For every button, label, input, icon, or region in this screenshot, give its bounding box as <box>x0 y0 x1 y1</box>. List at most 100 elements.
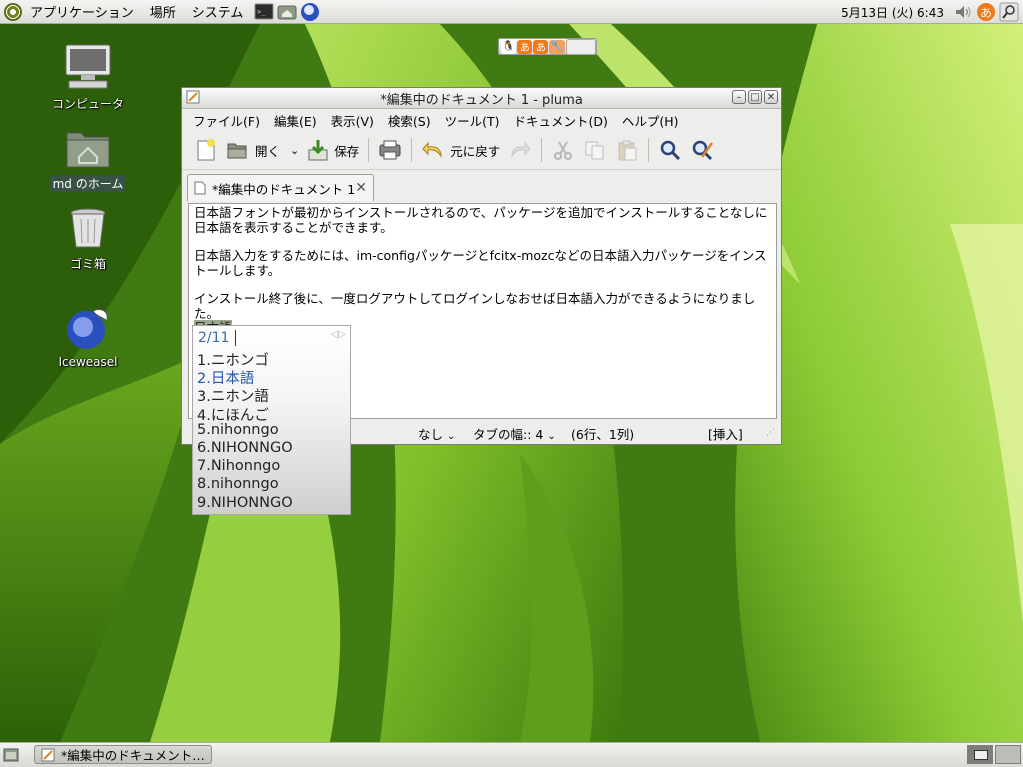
taskbar-item-pluma[interactable]: *編集中のドキュメント… <box>34 745 212 764</box>
menu-file[interactable]: ファイル(F) <box>186 111 267 130</box>
paste-button[interactable] <box>611 135 643 165</box>
find-button[interactable] <box>654 135 686 165</box>
save-label: 保存 <box>334 143 360 159</box>
open-label: 開く <box>255 143 281 159</box>
desktop-icon-trash[interactable]: ゴミ箱 <box>43 207 133 272</box>
resize-grip-icon[interactable]: ⋰ <box>766 428 775 438</box>
copy-icon <box>585 141 604 160</box>
volume-icon[interactable] <box>953 2 973 22</box>
candidate-item[interactable]: 6.NIHONNGO <box>197 440 293 456</box>
ime-candidate-window: 2/11 ◁▷ 1.ニホンゴ 2.日本語 3.ニホン語 4.にほんご 5.nihonng… <box>192 325 351 515</box>
desktop-icon-label: ゴミ箱 <box>69 257 106 271</box>
candidate-item[interactable]: 9.NIHONNGO <box>197 495 293 511</box>
desktop-icon-label: コンピュータ <box>51 97 124 111</box>
tab-width-selector[interactable]: タブの幅:: 4 ⌄ <box>473 424 556 443</box>
candidate-item[interactable]: 5.nihonngo <box>197 422 279 438</box>
candidate-page-indicator: 2/11 <box>198 330 230 346</box>
browser-icon[interactable] <box>300 2 320 22</box>
toolbar-separator <box>541 138 543 162</box>
window-titlebar[interactable]: *編集中のドキュメント 1 - pluma – □ ✕ <box>182 88 781 109</box>
tab-width-label: タブの幅:: 4 <box>473 426 544 442</box>
input-mode-icon[interactable]: あ <box>533 39 549 54</box>
workspace-1[interactable] <box>967 745 993 764</box>
redo-button[interactable] <box>504 135 536 165</box>
find-replace-button[interactable] <box>686 135 718 165</box>
editor-paragraph: 日本語入力をするためには、im-configパッケージとfcitx-mozcなど… <box>194 248 767 278</box>
cut-button[interactable] <box>547 135 579 165</box>
menu-search[interactable]: 検索(S) <box>381 111 438 130</box>
system-menu[interactable]: システム <box>184 2 252 21</box>
copy-button[interactable] <box>579 135 611 165</box>
svg-text:あ: あ <box>980 6 992 20</box>
candidate-caret <box>235 330 236 346</box>
panel-clock[interactable]: 5月13日 (火) 6:43 <box>841 4 944 21</box>
iceweasel-icon <box>67 308 108 349</box>
print-button[interactable] <box>374 135 406 165</box>
file-manager-icon[interactable] <box>277 2 297 22</box>
tab-document-1[interactable]: *編集中のドキュメント 1 ✕ <box>187 174 374 201</box>
insert-mode: [挿入] <box>708 426 743 442</box>
candidate-item[interactable]: 8.nihonngo <box>197 476 279 492</box>
menu-view[interactable]: 表示(V) <box>324 111 381 130</box>
keyboard-icon[interactable] <box>565 38 597 55</box>
workspace-2[interactable] <box>995 745 1021 764</box>
trash-icon <box>70 208 106 248</box>
show-desktop-icon[interactable] <box>3 747 19 763</box>
undo-button[interactable]: 元に戻す <box>417 135 504 165</box>
new-document-icon <box>197 139 215 161</box>
desktop-icon-label: md のホーム <box>49 175 127 192</box>
tab-label: *編集中のドキュメント 1 <box>212 181 356 197</box>
menu-documents[interactable]: ドキュメント(D) <box>507 111 615 130</box>
search-icon[interactable] <box>999 2 1019 22</box>
pluma-app-icon <box>41 748 55 761</box>
toolbar-separator <box>411 138 413 162</box>
top-panel: アプリケーション 場所 システム >_ 5月13日 (火) 6:43 あ <box>0 0 1023 24</box>
desktop-icon-home[interactable]: md のホーム <box>43 125 133 192</box>
find-replace-icon <box>693 140 714 161</box>
maximize-button[interactable]: □ <box>748 90 762 104</box>
find-icon <box>661 140 681 161</box>
redo-icon <box>511 141 531 158</box>
input-method-toolbar[interactable]: 🐧 あ あ 🔧 <box>498 38 597 55</box>
minimize-button[interactable]: – <box>732 90 746 104</box>
close-button[interactable]: ✕ <box>764 90 778 104</box>
menu-tools[interactable]: ツール(T) <box>438 111 507 130</box>
terminal-icon[interactable]: >_ <box>254 2 274 22</box>
candidate-item[interactable]: 7.Nihonngo <box>197 458 280 474</box>
main-menu-logo-icon[interactable] <box>4 2 22 21</box>
new-document-button[interactable] <box>190 135 222 165</box>
hiragana-mode-icon[interactable]: あ <box>517 39 533 54</box>
candidate-page-arrows-icon[interactable]: ◁▷ <box>331 329 346 340</box>
tab-close-icon[interactable]: ✕ <box>355 180 367 196</box>
toolbar: 開く ⌄ 保存 元に戻す <box>182 131 781 170</box>
applications-menu[interactable]: アプリケーション <box>22 2 142 21</box>
taskbar-item-label: *編集中のドキュメント… <box>61 748 205 763</box>
toolbar-separator <box>648 138 650 162</box>
input-method-icon[interactable]: あ <box>976 2 996 22</box>
desktop-icon-iceweasel[interactable]: Iceweasel <box>43 303 133 369</box>
places-menu[interactable]: 場所 <box>142 2 184 21</box>
penguin-icon[interactable]: 🐧 <box>501 39 517 54</box>
open-button[interactable]: 開く ⌄ <box>222 135 303 165</box>
document-icon <box>194 181 206 195</box>
toolbar-separator <box>368 138 370 162</box>
computer-icon <box>65 44 111 89</box>
desktop-icon-label: Iceweasel <box>58 355 118 369</box>
cursor-position: (6行、1列) <box>571 426 635 442</box>
save-icon <box>308 140 328 161</box>
menubar: ファイル(F) 編集(E) 表示(V) 検索(S) ツール(T) ドキュメント(… <box>182 109 781 131</box>
menu-edit[interactable]: 編集(E) <box>267 111 324 130</box>
highlight-mode-selector[interactable]: なし ⌄ <box>418 424 455 443</box>
save-button[interactable]: 保存 <box>303 135 363 165</box>
undo-icon <box>422 141 442 158</box>
paste-icon <box>618 140 637 161</box>
pluma-app-icon[interactable] <box>186 90 200 104</box>
tools-icon[interactable]: 🔧 <box>549 39 565 54</box>
chevron-down-icon: ⌄ <box>547 430 556 442</box>
printer-icon <box>379 140 401 160</box>
svg-text:>_: >_ <box>257 8 266 16</box>
window-title: *編集中のドキュメント 1 - pluma <box>380 92 583 108</box>
menu-help[interactable]: ヘルプ(H) <box>615 111 686 130</box>
chevron-down-icon[interactable]: ⌄ <box>290 144 299 157</box>
desktop-icon-computer[interactable]: コンピュータ <box>43 43 133 112</box>
